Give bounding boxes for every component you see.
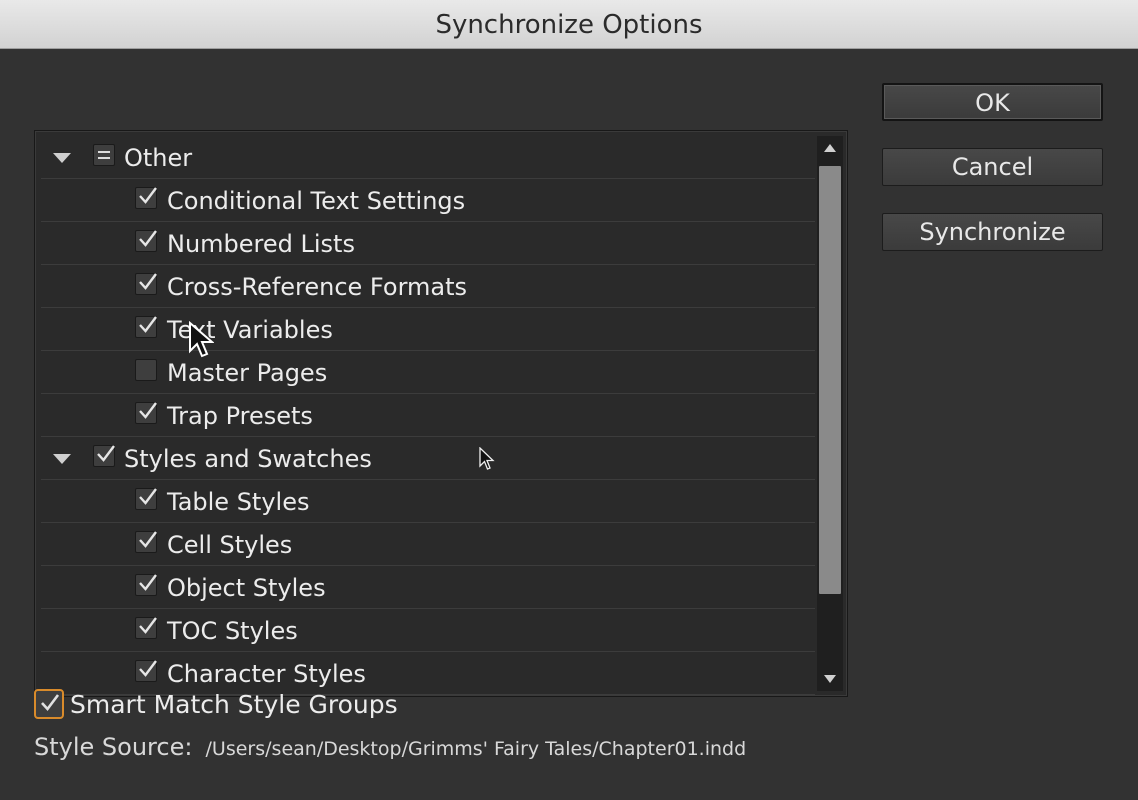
option-checkbox[interactable] xyxy=(135,402,157,424)
option-row[interactable]: Text Variables xyxy=(41,308,815,351)
option-label: Other xyxy=(124,144,193,172)
smart-match-label: Smart Match Style Groups xyxy=(70,690,398,719)
synchronize-options-dialog: Other Conditional Text Settings Numbered L… xyxy=(0,49,1138,800)
option-checkbox[interactable] xyxy=(135,488,157,510)
window-title: Synchronize Options xyxy=(435,10,703,40)
option-checkbox[interactable] xyxy=(135,617,157,639)
option-label: TOC Styles xyxy=(167,617,298,645)
option-label: Trap Presets xyxy=(167,402,313,430)
checkmark-icon xyxy=(139,187,157,204)
disclosure-triangle-icon[interactable] xyxy=(53,454,71,464)
checkmark-icon xyxy=(139,273,157,290)
checkmark-icon xyxy=(139,617,157,634)
option-row[interactable]: Conditional Text Settings xyxy=(41,179,815,222)
checkmark-icon xyxy=(139,531,157,548)
group-row[interactable]: Other xyxy=(41,136,815,179)
scroll-up-arrow-icon[interactable] xyxy=(817,136,843,162)
mouse-pointer-icon xyxy=(479,447,495,470)
scroll-down-arrow-icon[interactable] xyxy=(817,665,843,691)
option-row[interactable]: Table Styles xyxy=(41,480,815,523)
sync-options-rows: Other Conditional Text Settings Numbered L… xyxy=(41,136,815,695)
option-checkbox[interactable] xyxy=(93,445,115,467)
option-row[interactable]: Cell Styles xyxy=(41,523,815,566)
scrollbar-thumb[interactable] xyxy=(819,166,841,594)
option-label: Cell Styles xyxy=(167,531,293,559)
option-row[interactable]: Object Styles xyxy=(41,566,815,609)
cancel-button[interactable]: Cancel xyxy=(882,148,1103,186)
style-source: Style Source: /Users/sean/Desktop/Grimms… xyxy=(34,731,746,763)
option-label: Numbered Lists xyxy=(167,230,355,258)
option-checkbox[interactable] xyxy=(135,187,157,209)
option-checkbox[interactable] xyxy=(135,574,157,596)
option-row[interactable]: Cross-Reference Formats xyxy=(41,265,815,308)
checkmark-icon xyxy=(139,660,157,677)
group-row[interactable]: Styles and Swatches xyxy=(41,437,815,480)
option-label: Table Styles xyxy=(167,488,310,516)
synchronize-button[interactable]: Synchronize xyxy=(882,213,1103,251)
mixed-state-icon xyxy=(98,157,110,159)
vertical-scrollbar[interactable] xyxy=(817,136,843,691)
checkmark-icon xyxy=(139,230,157,247)
style-source-path: /Users/sean/Desktop/Grimms' Fairy Tales/… xyxy=(205,738,747,760)
checkmark-icon xyxy=(41,694,60,712)
option-checkbox[interactable] xyxy=(135,660,157,682)
option-label: Cross-Reference Formats xyxy=(167,273,468,301)
mouse-pointer-icon xyxy=(189,321,214,358)
checkmark-icon xyxy=(139,402,157,419)
ok-button[interactable]: OK xyxy=(882,83,1103,121)
option-label: Object Styles xyxy=(167,574,326,602)
option-row[interactable]: TOC Styles xyxy=(41,609,815,652)
smart-match-checkbox[interactable] xyxy=(34,689,64,719)
disclosure-triangle-icon[interactable] xyxy=(53,153,71,163)
option-row[interactable]: Numbered Lists xyxy=(41,222,815,265)
mixed-state-icon xyxy=(98,151,110,153)
checkmark-icon xyxy=(97,445,115,462)
option-checkbox[interactable] xyxy=(135,316,157,338)
option-checkbox[interactable] xyxy=(93,144,115,166)
option-row[interactable]: Master Pages xyxy=(41,351,815,394)
option-checkbox[interactable] xyxy=(135,273,157,295)
style-source-label: Style Source: xyxy=(34,733,193,761)
option-label: Styles and Swatches xyxy=(124,445,372,473)
option-row[interactable]: Trap Presets xyxy=(41,394,815,437)
checkmark-icon xyxy=(139,488,157,505)
checkmark-icon xyxy=(139,574,157,591)
sync-options-list: Other Conditional Text Settings Numbered L… xyxy=(34,130,848,697)
option-checkbox[interactable] xyxy=(135,531,157,553)
title-bar: Synchronize Options xyxy=(0,0,1138,49)
checkmark-icon xyxy=(139,316,157,333)
option-checkbox[interactable] xyxy=(135,230,157,252)
option-checkbox[interactable] xyxy=(135,359,157,381)
option-label: Conditional Text Settings xyxy=(167,187,466,215)
